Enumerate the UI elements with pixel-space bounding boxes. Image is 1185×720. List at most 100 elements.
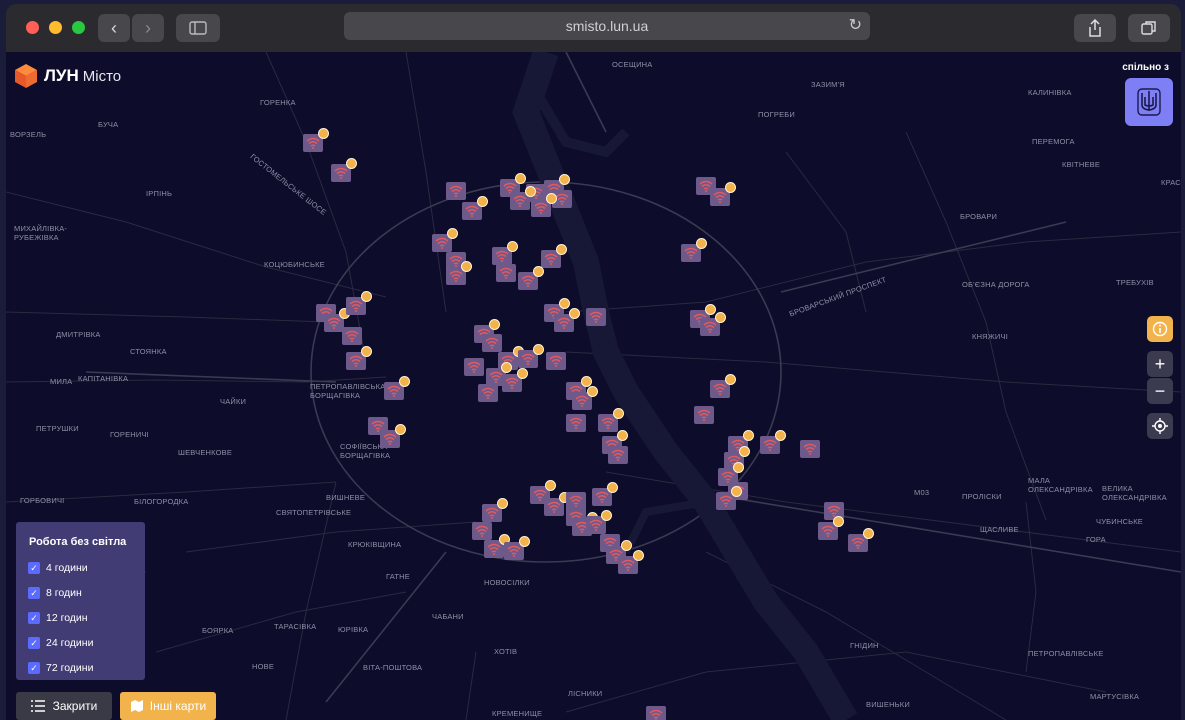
wifi-location-marker[interactable]: [546, 352, 566, 370]
wifi-location-marker[interactable]: [608, 446, 628, 464]
status-dot-icon: [346, 158, 357, 169]
wifi-location-marker[interactable]: [716, 486, 742, 510]
wifi-location-marker[interactable]: [681, 238, 707, 262]
wifi-location-marker[interactable]: [586, 308, 606, 326]
wifi-location-marker[interactable]: [324, 308, 350, 332]
locate-button[interactable]: [1147, 413, 1173, 439]
wifi-location-marker[interactable]: [541, 244, 567, 268]
map-area[interactable]: ОСЕЩИНА ЗАЗИМ'Я ПОГРЕБИ КАЛИНІВКА ГОРЕНК…: [6, 52, 1181, 720]
wifi-icon: [306, 137, 320, 149]
place-label: ПРОЛІСКИ: [962, 492, 1002, 501]
wifi-location-marker[interactable]: [380, 424, 406, 448]
wifi-location-marker[interactable]: [432, 228, 458, 252]
checkbox-checked-icon[interactable]: ✓: [28, 562, 40, 574]
wifi-location-marker[interactable]: [346, 291, 372, 315]
legend-item-4h[interactable]: ✓ 4 години: [28, 562, 88, 574]
checkbox-checked-icon[interactable]: ✓: [28, 587, 40, 599]
wifi-icon: [649, 709, 663, 720]
wifi-location-marker[interactable]: [694, 406, 714, 424]
wifi-location-marker[interactable]: [504, 536, 530, 560]
wifi-location-marker[interactable]: [710, 374, 736, 398]
place-label: ПЕТРОПАВЛІВСЬКА БОРЩАГІВКА: [310, 382, 386, 400]
wifi-location-marker[interactable]: [384, 376, 410, 400]
wifi-icon: [481, 387, 495, 399]
legend-item-8h[interactable]: ✓ 8 годин: [28, 587, 82, 599]
place-label: ВІТА-ПОШТОВА: [363, 663, 423, 672]
close-legend-button[interactable]: Закрити: [16, 692, 112, 720]
status-dot-icon: [733, 462, 744, 473]
wifi-location-marker[interactable]: [531, 193, 557, 217]
place-label: М03: [914, 488, 930, 497]
wifi-location-marker[interactable]: [618, 550, 644, 574]
wifi-location-marker[interactable]: [518, 266, 544, 290]
maximize-window-button[interactable]: [72, 21, 85, 34]
status-dot-icon: [715, 312, 726, 323]
lun-logo[interactable]: ЛУН Місто: [14, 62, 121, 90]
place-label: МИХАЙЛІВКА-РУБЕЖІВКА: [14, 224, 68, 242]
place-label: ІРПІНЬ: [146, 189, 173, 198]
legend-item-72h[interactable]: ✓ 72 години: [28, 662, 93, 674]
wifi-location-marker[interactable]: [592, 482, 618, 506]
close-window-button[interactable]: [26, 21, 39, 34]
wifi-location-marker[interactable]: [502, 368, 528, 392]
checkbox-checked-icon[interactable]: ✓: [28, 662, 40, 674]
wifi-location-marker[interactable]: [303, 128, 329, 152]
wifi-icon: [595, 491, 609, 503]
minimize-window-button[interactable]: [49, 21, 62, 34]
wifi-location-marker[interactable]: [848, 528, 874, 552]
status-dot-icon: [725, 182, 736, 193]
wifi-location-marker[interactable]: [346, 346, 372, 370]
partner-logo-button[interactable]: [1125, 78, 1173, 126]
tabs-button[interactable]: [1128, 14, 1170, 42]
wifi-location-marker[interactable]: [572, 386, 598, 410]
checkbox-checked-icon[interactable]: ✓: [28, 612, 40, 624]
status-dot-icon: [501, 362, 512, 373]
wifi-location-marker[interactable]: [586, 510, 612, 534]
share-button[interactable]: [1074, 14, 1116, 42]
wifi-icon: [557, 317, 571, 329]
wifi-location-marker[interactable]: [342, 327, 362, 345]
wifi-location-marker[interactable]: [518, 344, 544, 368]
address-bar[interactable]: smisto.lun.ua ↻: [344, 12, 870, 40]
back-button[interactable]: ‹: [98, 14, 130, 42]
place-label: ЧАЙКИ: [220, 397, 247, 406]
wifi-location-marker[interactable]: [464, 358, 484, 376]
reload-icon[interactable]: ↻: [849, 12, 862, 40]
status-dot-icon: [447, 228, 458, 239]
wifi-icon: [349, 300, 363, 312]
wifi-location-marker[interactable]: [496, 264, 516, 282]
zoom-in-button[interactable]: +: [1147, 351, 1173, 377]
info-button[interactable]: [1147, 316, 1173, 342]
status-dot-icon: [477, 196, 488, 207]
wifi-location-marker[interactable]: [482, 334, 502, 352]
legend-item-12h[interactable]: ✓ 12 годин: [28, 612, 88, 624]
wifi-location-marker[interactable]: [482, 498, 508, 522]
wifi-location-marker[interactable]: [800, 440, 820, 458]
forward-button[interactable]: ›: [132, 14, 164, 42]
status-dot-icon: [395, 424, 406, 435]
wifi-location-marker[interactable]: [331, 158, 357, 182]
wifi-location-marker[interactable]: [484, 534, 510, 558]
wifi-location-marker[interactable]: [446, 261, 472, 285]
wifi-location-marker[interactable]: [472, 522, 492, 540]
sidebar-toggle-button[interactable]: [176, 14, 220, 42]
wifi-location-marker[interactable]: [598, 408, 624, 432]
wifi-location-marker[interactable]: [478, 384, 498, 402]
wifi-location-marker[interactable]: [462, 196, 488, 220]
wifi-location-marker[interactable]: [760, 430, 786, 454]
legend-item-24h[interactable]: ✓ 24 години: [28, 637, 93, 649]
wifi-location-marker[interactable]: [818, 516, 844, 540]
wifi-location-marker[interactable]: [566, 414, 586, 432]
zoom-out-button[interactable]: −: [1147, 378, 1173, 404]
wifi-location-marker[interactable]: [510, 186, 536, 210]
wifi-location-marker[interactable]: [554, 308, 580, 332]
wifi-location-marker[interactable]: [700, 312, 726, 336]
other-maps-button[interactable]: Інші карти: [120, 692, 216, 720]
wifi-location-marker[interactable]: [710, 182, 736, 206]
wifi-location-marker[interactable]: [446, 182, 466, 200]
checkbox-checked-icon[interactable]: ✓: [28, 637, 40, 649]
wifi-icon: [684, 247, 698, 259]
wifi-location-marker[interactable]: [544, 492, 570, 516]
wifi-location-marker[interactable]: [646, 706, 666, 720]
wifi-location-marker[interactable]: [492, 241, 518, 265]
